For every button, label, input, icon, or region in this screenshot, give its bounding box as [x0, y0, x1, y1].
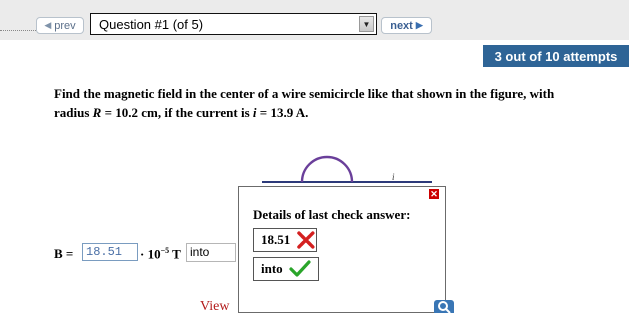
- question-select-value: Question #1 (of 5): [99, 17, 204, 32]
- next-label: next: [390, 19, 413, 32]
- details-popup: ✕ Details of last check answer: 18.51 in…: [238, 186, 446, 313]
- radius-value: = 10.2 cm, if the current is: [101, 105, 253, 120]
- close-icon[interactable]: ✕: [429, 189, 439, 199]
- units-base: · 10: [140, 246, 161, 262]
- details-title: Details of last check answer:: [253, 207, 411, 222]
- problem-statement: Find the magnetic field in the center of…: [54, 84, 614, 122]
- problem-text: radius: [54, 105, 93, 120]
- right-arrow-icon: ▶: [415, 20, 423, 30]
- problem-line-2: radius R = 10.2 cm, if the current is i …: [54, 103, 614, 122]
- current-label: i: [392, 172, 395, 182]
- next-button[interactable]: next ▶: [381, 17, 432, 34]
- answer-units: · 10−5 T: [140, 246, 181, 262]
- prev-label: prev: [54, 19, 76, 32]
- search-icon: [438, 301, 451, 313]
- attempts-badge: 3 out of 10 attempts: [483, 45, 629, 67]
- current-value: = 13.9 A.: [256, 105, 309, 120]
- result-box-direction: into: [253, 257, 319, 281]
- result-value: 18.51: [261, 232, 291, 247]
- prev-button[interactable]: ◀ prev: [36, 17, 84, 34]
- divider: [0, 30, 36, 31]
- units-tesla: T: [169, 246, 181, 262]
- chevron-down-icon[interactable]: ▼: [359, 16, 374, 32]
- direction-select[interactable]: into: [186, 243, 236, 262]
- incorrect-x-icon: [297, 231, 315, 249]
- result-box-value: 18.51: [253, 228, 317, 252]
- wire-semicircle: [300, 155, 354, 183]
- answer-input[interactable]: 18.51: [82, 243, 138, 261]
- correct-check-icon: [289, 260, 311, 277]
- problem-line-1: Find the magnetic field in the center of…: [54, 86, 555, 101]
- units-exponent: −5: [160, 246, 170, 255]
- question-select[interactable]: Question #1 (of 5) ▼: [90, 13, 377, 35]
- left-arrow-icon: ◀: [44, 20, 52, 30]
- search-button[interactable]: [434, 300, 454, 313]
- answer-variable-label: B =: [54, 246, 74, 261]
- result-direction: into: [261, 261, 283, 276]
